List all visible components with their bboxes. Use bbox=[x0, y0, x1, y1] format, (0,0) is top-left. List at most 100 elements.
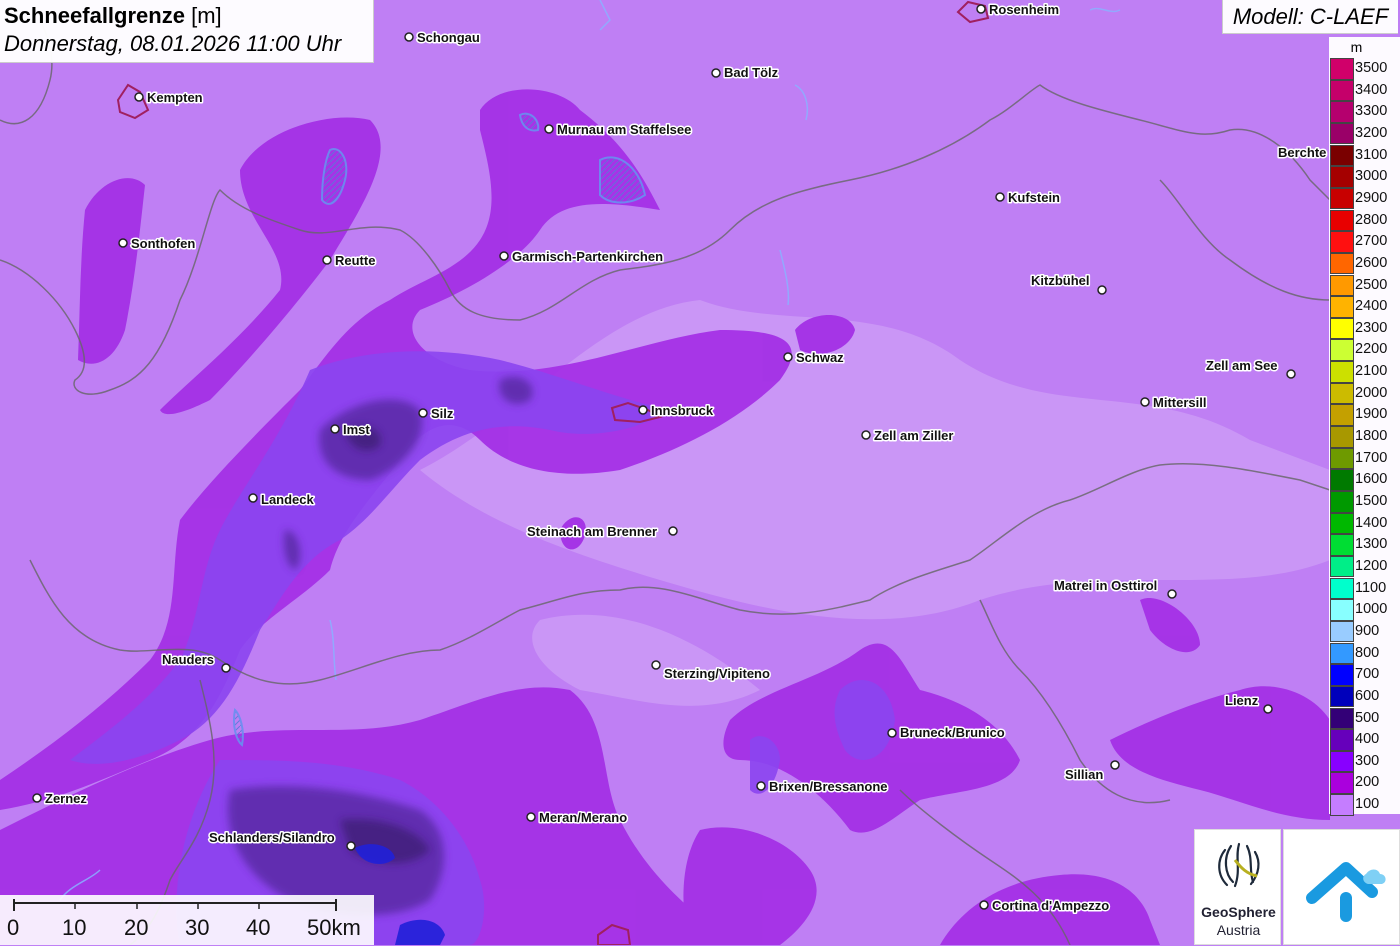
legend-label-3200: 3200 bbox=[1355, 124, 1388, 141]
svg-text:Zernez: Zernez bbox=[45, 791, 87, 806]
svg-text:Cortina d'Ampezzo: Cortina d'Ampezzo bbox=[992, 898, 1109, 913]
legend-label-1600: 1600 bbox=[1355, 471, 1388, 488]
svg-text:Mittersill: Mittersill bbox=[1153, 395, 1206, 410]
svg-text:Rosenheim: Rosenheim bbox=[989, 2, 1059, 17]
legend-label-300: 300 bbox=[1355, 752, 1380, 769]
legend-swatch-1700 bbox=[1330, 447, 1354, 470]
legend-swatch-3100 bbox=[1330, 144, 1354, 167]
svg-text:Murnau am Staffelsee: Murnau am Staffelsee bbox=[557, 122, 691, 137]
legend-label-3300: 3300 bbox=[1355, 103, 1388, 120]
legend-swatch-1300 bbox=[1330, 534, 1354, 556]
city-murnau[interactable]: Murnau am Staffelsee bbox=[544, 121, 693, 139]
legend-swatch-300 bbox=[1330, 750, 1354, 773]
svg-text:Brixen/Bressanone: Brixen/Bressanone bbox=[769, 779, 888, 794]
legend-label-2600: 2600 bbox=[1355, 254, 1388, 271]
legend-label-400: 400 bbox=[1355, 731, 1380, 748]
svg-text:Landeck: Landeck bbox=[261, 492, 315, 507]
legend-label-2400: 2400 bbox=[1355, 298, 1388, 315]
svg-text:Bruneck/Brunico: Bruneck/Brunico bbox=[900, 725, 1005, 740]
scale-label-50km: 50km bbox=[307, 915, 361, 940]
city-cortina[interactable]: Cortina d'Ampezzo bbox=[979, 897, 1111, 915]
legend-swatch-200 bbox=[1330, 772, 1354, 794]
svg-text:Kempten: Kempten bbox=[147, 90, 203, 105]
legend-swatch-3400 bbox=[1330, 79, 1354, 102]
legend-label-800: 800 bbox=[1355, 644, 1380, 661]
scale-label-0: 0 bbox=[7, 915, 20, 940]
geosphere-logo[interactable]: GeoSphere Austria bbox=[1194, 829, 1281, 945]
legend-swatch-1500 bbox=[1330, 491, 1354, 513]
legend-swatch-3000 bbox=[1330, 166, 1354, 188]
city-brixen[interactable]: Brixen/Bressanone bbox=[756, 778, 889, 796]
scale-bar: 0 10 20 30 40 50km bbox=[0, 895, 374, 945]
legend-swatch-2700 bbox=[1330, 231, 1354, 253]
svg-text:Sillian: Sillian bbox=[1065, 767, 1103, 782]
legend-swatch-3200 bbox=[1330, 122, 1354, 145]
legend-swatch-2800 bbox=[1330, 209, 1354, 232]
legend-swatch-900 bbox=[1330, 620, 1354, 643]
svg-text:Imst: Imst bbox=[343, 422, 370, 437]
city-garmisch[interactable]: Garmisch-Partenkirchen bbox=[499, 248, 665, 266]
legend-label-1400: 1400 bbox=[1355, 514, 1388, 531]
city-bruneck[interactable]: Bruneck/Brunico bbox=[887, 724, 1006, 742]
svg-text:Kitzbühel: Kitzbühel bbox=[1031, 273, 1090, 288]
legend-label-2700: 2700 bbox=[1355, 233, 1388, 250]
svg-text:Reutte: Reutte bbox=[335, 253, 375, 268]
legend-swatch-1600 bbox=[1330, 469, 1354, 491]
map-title-box: Schneefallgrenze [m] Donnerstag, 08.01.2… bbox=[0, 0, 374, 63]
legend-swatch-2100 bbox=[1330, 361, 1354, 383]
legend-label-2200: 2200 bbox=[1355, 341, 1388, 358]
svg-text:Sonthofen: Sonthofen bbox=[131, 236, 195, 251]
legend-label-1900: 1900 bbox=[1355, 406, 1388, 423]
svg-text:Berchte: Berchte bbox=[1278, 145, 1326, 160]
city-berchtesgaden[interactable]: Berchte bbox=[1277, 144, 1328, 162]
city-schongau[interactable]: Schongau bbox=[404, 29, 481, 47]
legend-label-1200: 1200 bbox=[1355, 557, 1388, 574]
legend-label-1700: 1700 bbox=[1355, 449, 1388, 466]
legend-label-3100: 3100 bbox=[1355, 146, 1388, 163]
legend-label-1500: 1500 bbox=[1355, 493, 1388, 509]
svg-text:Zell am See: Zell am See bbox=[1206, 358, 1278, 373]
legend-swatch-1000 bbox=[1330, 599, 1354, 621]
svg-text:Silz: Silz bbox=[431, 406, 454, 421]
snowline-map[interactable]: Rosenheim Schongau Kempten Bad Tölz Murn… bbox=[0, 0, 1400, 945]
geosphere-name: GeoSphere bbox=[1201, 904, 1276, 920]
color-legend: m 3500 3400 3300 3200 3100 3000 2900 2800 2700 26… bbox=[1329, 37, 1400, 816]
geosphere-logo-icon bbox=[1218, 842, 1260, 888]
legend-label-1300: 1300 bbox=[1355, 536, 1388, 553]
legend-label-1000: 1000 bbox=[1355, 601, 1388, 618]
legend-label-200: 200 bbox=[1355, 774, 1380, 791]
legend-swatch-3300 bbox=[1330, 101, 1354, 123]
legend-swatch-100 bbox=[1330, 794, 1354, 816]
partner-logo[interactable] bbox=[1283, 829, 1400, 945]
city-meran[interactable]: Meran/Merano bbox=[526, 809, 629, 827]
svg-text:Matrei in Osttirol: Matrei in Osttirol bbox=[1054, 578, 1157, 593]
city-steinach[interactable]: Steinach am Brenner bbox=[526, 523, 678, 541]
svg-text:Nauders: Nauders bbox=[162, 652, 214, 667]
scale-label-30: 30 bbox=[185, 915, 210, 940]
svg-text:Schlanders/Silandro: Schlanders/Silandro bbox=[209, 830, 335, 845]
city-zell-am-ziller[interactable]: Zell am Ziller bbox=[861, 427, 955, 445]
svg-text:Meran/Merano: Meran/Merano bbox=[539, 810, 627, 825]
model-label: Modell: C-LAEF bbox=[1222, 0, 1398, 34]
legend-swatch-2400 bbox=[1330, 296, 1354, 318]
legend-label-2300: 2300 bbox=[1355, 319, 1388, 336]
svg-text:Schongau: Schongau bbox=[417, 30, 480, 45]
forecast-datetime: Donnerstag, 08.01.2026 11:00 Uhr bbox=[4, 31, 342, 56]
city-rosenheim[interactable]: Rosenheim bbox=[976, 1, 1061, 19]
map-title: Schneefallgrenze [m] bbox=[4, 2, 369, 30]
svg-text:Kufstein: Kufstein bbox=[1008, 190, 1060, 205]
legend-swatch-600 bbox=[1330, 685, 1354, 708]
legend-label-600: 600 bbox=[1355, 687, 1380, 704]
legend-label-3400: 3400 bbox=[1355, 81, 1388, 98]
svg-text:Bad Tölz: Bad Tölz bbox=[724, 65, 779, 80]
legend-label-900: 900 bbox=[1355, 622, 1380, 639]
legend-swatch-800 bbox=[1330, 642, 1354, 665]
legend-label-700: 700 bbox=[1355, 666, 1380, 683]
legend-label-100: 100 bbox=[1355, 796, 1380, 813]
city-innsbruck[interactable]: Innsbruck bbox=[638, 402, 715, 420]
legend-unit: m bbox=[1350, 39, 1363, 55]
legend-swatch-1400 bbox=[1330, 512, 1354, 535]
legend-swatch-1100 bbox=[1330, 577, 1354, 600]
city-sonthofen[interactable]: Sonthofen bbox=[118, 235, 197, 253]
legend-label-3500: 3500 bbox=[1355, 60, 1388, 76]
